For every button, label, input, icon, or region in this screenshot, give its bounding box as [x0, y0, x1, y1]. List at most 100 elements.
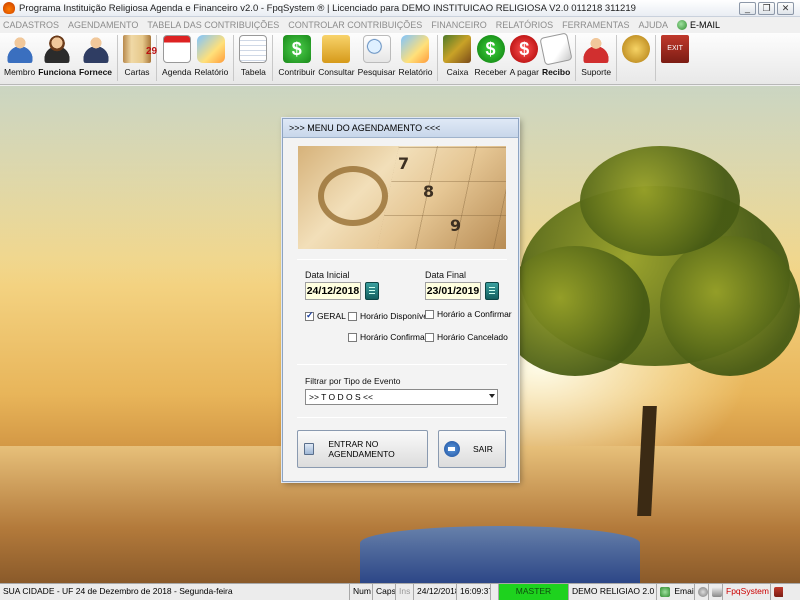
calendar-day-number: 29 [146, 46, 158, 57]
checkbox-box[interactable] [425, 309, 434, 319]
toolbar-separator [156, 35, 158, 81]
data-final-label: Data Final [425, 270, 467, 280]
status-print[interactable] [709, 584, 723, 600]
status-exit[interactable] [771, 584, 783, 600]
toolbar-label: A pagar [509, 67, 539, 77]
data-inicial-calendar-button[interactable] [365, 282, 379, 300]
status-location-date: SUA CIDADE - UF 24 de Dezembro de 2018 -… [0, 584, 350, 600]
checkbox-horario-a-confirmar[interactable]: Horário a Confirmar [425, 309, 512, 319]
calendar-grid [377, 146, 506, 249]
toolbar-receber-button[interactable]: $ Receber [474, 33, 507, 77]
checkbox-box[interactable] [348, 332, 357, 342]
toolbar-separator [575, 35, 577, 81]
divider [297, 259, 507, 260]
toolbar-exit-button[interactable]: EXIT [661, 33, 690, 63]
restore-button[interactable]: ❐ [758, 1, 775, 15]
toolbar-funciona-button[interactable]: Funciona [38, 33, 76, 77]
toolbar-label: Tabela [240, 67, 266, 77]
toolbar-suporte-button[interactable]: Suporte [581, 33, 611, 77]
toolbar-tabela-button[interactable]: Tabela [239, 33, 268, 77]
toolbar-label: Cartas [124, 67, 150, 77]
close-button[interactable]: ✕ [777, 1, 794, 15]
report-icon [197, 35, 226, 63]
toolbar-apagar-button[interactable]: $ A pagar [510, 33, 539, 77]
toolbar-caixa-button[interactable]: Caixa [443, 33, 472, 77]
dialog-title: >>> MENU DO AGENDAMENTO <<< [283, 119, 518, 138]
toolbar-relatorio-agenda-button[interactable]: Relatório [194, 33, 228, 77]
data-inicial-label: Data Inicial [305, 270, 350, 280]
toolbar-label: Agenda [162, 67, 192, 77]
dollar-icon: $ [282, 35, 311, 63]
menu-bar: CADASTROS AGENDAMENTO TABELA DAS CONTRIB… [0, 17, 800, 33]
window-title: Programa Instituição Religiosa Agenda e … [19, 2, 636, 14]
toolbar-coin-button[interactable] [622, 33, 651, 63]
toolbar-label: Contribuir [278, 67, 316, 77]
menu-cadastros[interactable]: CADASTROS [3, 20, 59, 30]
water-reflection [360, 526, 640, 583]
checkbox-box[interactable] [305, 310, 314, 321]
toolbar-label: Receber [474, 67, 507, 77]
menu-tabela-contribuicoes[interactable]: TABELA DAS CONTRIBUIÇÕES [147, 20, 279, 30]
enter-scheduling-button[interactable]: ENTRAR NO AGENDAMENTO [297, 430, 428, 468]
exit-button[interactable]: SAIR [438, 430, 506, 468]
status-gear[interactable] [695, 584, 709, 600]
checkbox-label: Horário Cancelado [437, 332, 508, 342]
filtro-label: Filtrar por Tipo de Evento [305, 376, 401, 386]
checkbox-horario-disponivel[interactable]: Horário Disponível [348, 311, 430, 321]
toolbar-separator [272, 35, 274, 81]
toolbar-fornece-button[interactable]: Fornece [79, 33, 112, 77]
menu-ferramentas[interactable]: FERRAMENTAS [562, 20, 629, 30]
checkbox-box[interactable] [348, 311, 357, 321]
toolbar: Membro Funciona Fornece Cartas Agenda Re… [0, 32, 800, 85]
chevron-down-icon [489, 394, 495, 398]
status-bar: SUA CIDADE - UF 24 de Dezembro de 2018 -… [0, 583, 800, 600]
event-type-select[interactable]: >> T O D O S << [305, 389, 498, 405]
status-num: Num [350, 584, 373, 600]
toolbar-label: Pesquisar [357, 67, 396, 77]
checkbox-box[interactable] [425, 332, 434, 342]
status-indicator-icon [491, 584, 499, 600]
toolbar-separator [437, 35, 439, 81]
support-agent-icon [582, 35, 611, 63]
toolbar-pesquisar-button[interactable]: Pesquisar [357, 33, 396, 77]
status-version: DEMO RELIGIAO 2.0 [569, 584, 657, 600]
exit-button-label: SAIR [473, 444, 493, 454]
receive-money-icon: $ [476, 35, 505, 63]
checkbox-geral[interactable]: GERAL [305, 310, 346, 321]
toolbar-label: Recibo [541, 67, 571, 77]
tree-canopy [660, 236, 800, 376]
status-brand: FpqSystem [723, 584, 771, 600]
data-final-calendar-button[interactable] [485, 282, 499, 300]
status-email[interactable]: Email [657, 584, 695, 600]
minimize-button[interactable]: _ [739, 1, 756, 15]
toolbar-relatorio-contrib-button[interactable]: Relatório [398, 33, 432, 77]
receipt-icon [539, 32, 573, 66]
menu-financeiro[interactable]: FINANCEIRO [431, 20, 487, 30]
folder-icon [322, 35, 351, 63]
toolbar-membro-button[interactable]: Membro [4, 33, 35, 77]
toolbar-agenda-button[interactable]: Agenda [162, 33, 191, 77]
data-final-input[interactable]: 23/01/2019 [425, 282, 481, 300]
menu-ajuda[interactable]: AJUDA [638, 20, 668, 30]
status-email-label: Email [674, 586, 695, 596]
toolbar-label: Funciona [38, 67, 76, 77]
checkbox-horario-cancelado[interactable]: Horário Cancelado [425, 332, 508, 342]
menu-agendamento[interactable]: AGENDAMENTO [68, 20, 138, 30]
menu-email-label: E-MAIL [689, 20, 720, 30]
toolbar-contribuir-button[interactable]: $ Contribuir [278, 33, 315, 77]
checkbox-label: Horário Confirmado [360, 332, 435, 342]
toolbar-recibo-button[interactable]: Recibo [539, 32, 573, 77]
toolbar-label: Consultar [318, 67, 355, 77]
printer-icon [712, 586, 722, 597]
toolbar-label: Caixa [446, 67, 469, 77]
toolbar-separator [655, 35, 657, 81]
exit-door-icon: EXIT [661, 35, 690, 63]
toolbar-consultar-button[interactable]: Consultar [318, 33, 355, 77]
menu-relatorios[interactable]: RELATÓRIOS [496, 20, 553, 30]
checkbox-horario-confirmado[interactable]: Horário Confirmado [348, 332, 434, 342]
window-controls: _ ❐ ✕ [739, 1, 794, 15]
data-inicial-input[interactable]: 24/12/2018 [305, 282, 361, 300]
menu-email[interactable]: E-MAIL [676, 20, 720, 30]
menu-controlar-contribuicoes[interactable]: CONTROLAR CONTRIBUIÇÕES [288, 20, 422, 30]
checkbox-label: Horário a Confirmar [437, 309, 512, 319]
